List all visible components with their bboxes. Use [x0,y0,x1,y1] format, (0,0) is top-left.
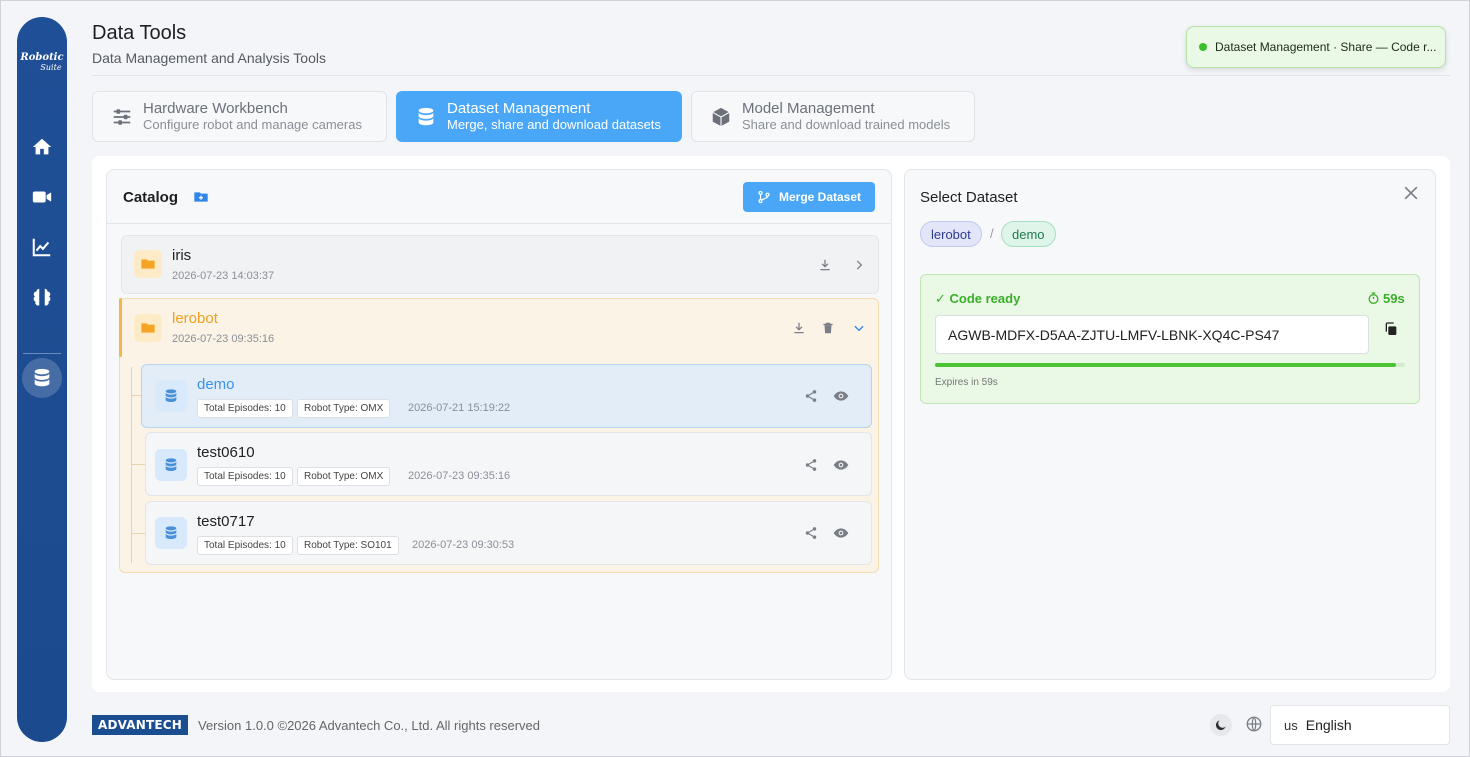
tree-branch [131,395,141,396]
database-icon [413,104,439,130]
dataset-row-test0610[interactable] [145,432,872,496]
code-ready-label: ✓ Code ready [935,291,1021,306]
sidebar-item-data-tools[interactable] [22,358,62,398]
dataset-date: 2026-07-21 15:19:22 [408,402,511,414]
moon-icon [1215,720,1226,731]
dataset-row-demo[interactable] [141,364,872,428]
cube-icon [708,104,734,130]
close-icon[interactable] [1401,183,1421,208]
chart-line-icon[interactable] [28,233,56,261]
catalog-divider [107,223,891,224]
download-icon[interactable] [790,319,808,337]
brain-icon[interactable] [28,283,56,311]
breadcrumb-folder[interactable]: lerobot [920,221,982,247]
tree-branch [131,464,145,465]
home-icon[interactable] [28,133,56,161]
dataset-name: demo [197,376,235,393]
catalog-title: Catalog [123,189,179,206]
folder-name: lerobot [172,310,218,327]
advantech-logo: ADVANTECH [92,715,188,735]
expiry-progress-fill [935,363,1396,367]
us-flag-icon: us [1284,717,1298,733]
camera-icon[interactable] [28,183,56,211]
robot-type-badge: Robot Type: OMX [297,399,391,418]
episodes-badge: Total Episodes: 10 [197,399,293,418]
episodes-badge: Total Episodes: 10 [197,536,293,555]
share-icon[interactable] [802,456,820,474]
folder-name: iris [172,247,192,264]
folder-date: 2026-07-23 09:35:16 [172,333,275,345]
toast-notification: Dataset Management · Share — Code r... [1186,26,1446,68]
share-icon[interactable] [802,387,820,405]
tab-model-management[interactable]: Model Management Share and download trai… [691,91,975,142]
dataset-name: test0717 [197,513,255,530]
success-dot-icon [1199,43,1207,51]
dataset-name: test0610 [197,444,255,461]
breadcrumb-separator: / [990,226,994,241]
episodes-badge: Total Episodes: 10 [197,467,293,486]
git-merge-icon [758,190,770,204]
sidebar-divider [23,353,61,354]
page-subtitle: Data Management and Analysis Tools [92,50,326,66]
theme-toggle-button[interactable] [1210,714,1232,736]
dataset-date: 2026-07-23 09:35:16 [408,470,511,482]
eye-icon[interactable] [832,387,850,405]
download-icon[interactable] [816,256,834,274]
page-title: Data Tools [92,22,187,44]
robotic-suite-logo: Robotic Suite [20,52,64,73]
eye-icon[interactable] [832,524,850,542]
dataset-row-test0717[interactable] [145,501,872,565]
tab-hardware-workbench[interactable]: Hardware Workbench Configure robot and m… [92,91,387,142]
chevron-down-icon[interactable] [850,319,868,337]
folder-date: 2026-07-23 14:03:37 [172,270,275,282]
sidebar: Robotic Suite [17,17,67,742]
share-code-field[interactable]: AGWB-MDFX-D5AA-ZJTU-LMFV-LBNK-XQ4C-PS47 [935,315,1369,354]
header-divider [92,75,1450,76]
database-icon [155,380,187,412]
language-select[interactable]: us English [1270,705,1450,745]
toast-text: Dataset Management · Share — Code r... [1215,40,1437,54]
database-icon [155,449,187,481]
dataset-detail-panel [904,169,1436,680]
expires-label: Expires in 59s [935,377,998,388]
folder-row-iris[interactable] [121,235,879,294]
share-icon[interactable] [802,524,820,542]
version-text: Version 1.0.0 ©2026 Advantech Co., Ltd. … [198,718,541,733]
sliders-icon [109,104,135,130]
expiry-progress-bar [935,363,1405,367]
dataset-date: 2026-07-23 09:30:53 [412,539,515,551]
robot-type-badge: Robot Type: OMX [297,467,391,486]
code-timer: 59s [1367,291,1405,306]
tree-branch [131,533,145,534]
copy-icon[interactable] [1383,321,1399,342]
eye-icon[interactable] [832,456,850,474]
timer-icon [1368,292,1379,305]
folder-selected-marker [119,298,122,357]
folder-icon [134,314,162,342]
merge-dataset-button[interactable]: Merge Dataset [743,182,875,212]
detail-title: Select Dataset [920,189,1018,206]
trash-icon[interactable] [819,319,837,337]
globe-icon [1245,715,1263,738]
tab-dataset-management[interactable]: Dataset Management Merge, share and down… [396,91,682,142]
database-icon [155,517,187,549]
database-icon [34,368,50,387]
folder-icon [134,250,162,278]
add-folder-icon[interactable] [193,189,209,210]
breadcrumb-dataset[interactable]: demo [1001,221,1056,247]
chevron-right-icon[interactable] [850,256,868,274]
robot-type-badge: Robot Type: SO101 [297,536,399,555]
language-label: English [1305,717,1352,733]
